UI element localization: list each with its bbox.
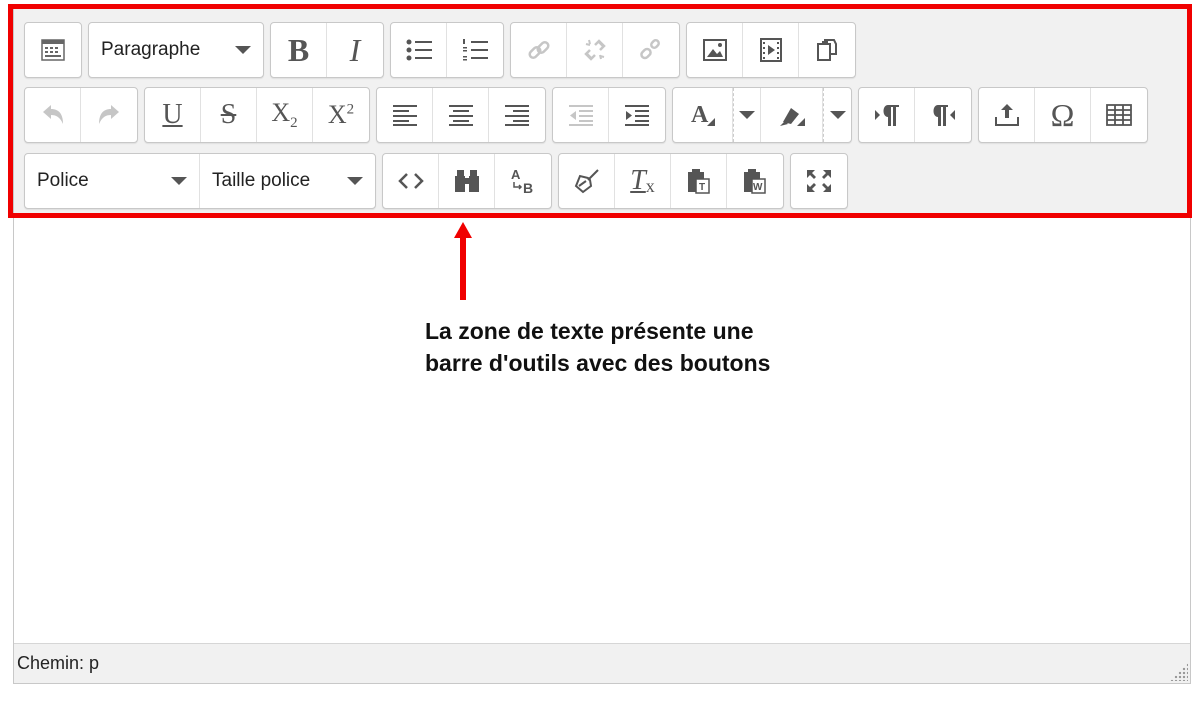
toolbar-row-3: Police Taille police AB T x T W xyxy=(24,153,854,209)
svg-text:A: A xyxy=(511,167,521,182)
toolbar-row-1: Paragraphe B I xyxy=(24,22,862,78)
link-icon[interactable] xyxy=(511,23,567,77)
toolbar-group xyxy=(24,87,138,143)
svg-text:A: A xyxy=(691,102,709,128)
toolbar-group xyxy=(552,87,666,143)
toolbar-toggle-icon[interactable] xyxy=(25,23,81,77)
toolbar-group: B I xyxy=(270,22,384,78)
annotation-text: La zone de texte présente une barre d'ou… xyxy=(425,318,771,376)
outdent-icon[interactable] xyxy=(553,88,609,142)
toolbar-group xyxy=(376,87,546,143)
image-icon[interactable] xyxy=(687,23,743,77)
clear-formatting-icon[interactable]: Tx xyxy=(615,154,671,208)
special-char-icon[interactable]: Ω xyxy=(1035,88,1091,142)
toolbar-group: A xyxy=(672,87,852,143)
source-code-icon[interactable] xyxy=(383,154,439,208)
paste-text-icon[interactable]: T xyxy=(671,154,727,208)
fullscreen-icon[interactable] xyxy=(791,154,847,208)
toolbar-group xyxy=(390,22,504,78)
align-center-icon[interactable] xyxy=(433,88,489,142)
toolbar-group: AB xyxy=(382,153,552,209)
spellcheck-icon[interactable]: AB xyxy=(495,154,551,208)
media-icon[interactable] xyxy=(743,23,799,77)
toolbar-group xyxy=(790,153,848,209)
toolbar-group: Paragraphe xyxy=(88,22,264,78)
element-path[interactable]: Chemin: p xyxy=(17,653,99,674)
toolbar-group: Police Taille police xyxy=(24,153,376,209)
svg-text:T: T xyxy=(699,182,705,193)
font-select-label: Police xyxy=(37,170,89,191)
unlink-icon[interactable] xyxy=(567,23,623,77)
toolbar-group xyxy=(24,22,82,78)
toolbar-group xyxy=(858,87,972,143)
toolbar-group xyxy=(686,22,856,78)
underline-icon[interactable]: U xyxy=(145,88,201,142)
align-left-icon[interactable] xyxy=(377,88,433,142)
paste-special-icon[interactable] xyxy=(799,23,855,77)
align-right-icon[interactable] xyxy=(489,88,545,142)
rtl-icon[interactable] xyxy=(915,88,971,142)
upload-icon[interactable] xyxy=(979,88,1035,142)
resize-handle-icon[interactable] xyxy=(1170,663,1188,681)
format-select-label: Paragraphe xyxy=(101,39,201,60)
italic-icon[interactable]: I xyxy=(327,23,383,77)
numbered-list-icon[interactable] xyxy=(447,23,503,77)
size-select[interactable]: Taille police xyxy=(200,154,375,208)
toolbar-group: Ω xyxy=(978,87,1148,143)
subscript-icon[interactable]: X2 xyxy=(257,88,313,142)
find-replace-icon[interactable] xyxy=(439,154,495,208)
clean-html-icon[interactable] xyxy=(559,154,615,208)
ltr-icon[interactable] xyxy=(859,88,915,142)
toolbar-group: Tx T W xyxy=(558,153,784,209)
bold-icon[interactable]: B xyxy=(271,23,327,77)
bullet-list-icon[interactable] xyxy=(391,23,447,77)
strikethrough-icon[interactable]: S xyxy=(201,88,257,142)
chevron-down-icon[interactable] xyxy=(733,88,761,142)
chevron-down-icon xyxy=(171,177,187,185)
undo-icon[interactable] xyxy=(25,88,81,142)
editor-toolbar: Paragraphe B I U S X2 X2 A Ω Police Tail… xyxy=(14,5,1190,218)
table-icon[interactable] xyxy=(1091,88,1147,142)
size-select-label: Taille police xyxy=(212,170,311,191)
anchor-icon[interactable] xyxy=(623,23,679,77)
toolbar-row-2: U S X2 X2 A Ω xyxy=(24,87,1154,143)
chevron-down-icon xyxy=(235,46,251,54)
text-color-icon[interactable]: A xyxy=(673,88,733,142)
indent-icon[interactable] xyxy=(609,88,665,142)
toolbar-group: U S X2 X2 xyxy=(144,87,370,143)
status-bar: Chemin: p xyxy=(14,643,1190,683)
format-select[interactable]: Paragraphe xyxy=(89,23,263,77)
chevron-down-icon[interactable] xyxy=(823,88,851,142)
svg-text:B: B xyxy=(523,180,533,195)
superscript-icon[interactable]: X2 xyxy=(313,88,369,142)
chevron-down-icon xyxy=(347,177,363,185)
background-color-icon[interactable] xyxy=(761,88,823,142)
redo-icon[interactable] xyxy=(81,88,137,142)
font-select[interactable]: Police xyxy=(25,154,200,208)
paste-word-icon[interactable]: W xyxy=(727,154,783,208)
svg-text:W: W xyxy=(753,182,763,193)
toolbar-group xyxy=(510,22,680,78)
